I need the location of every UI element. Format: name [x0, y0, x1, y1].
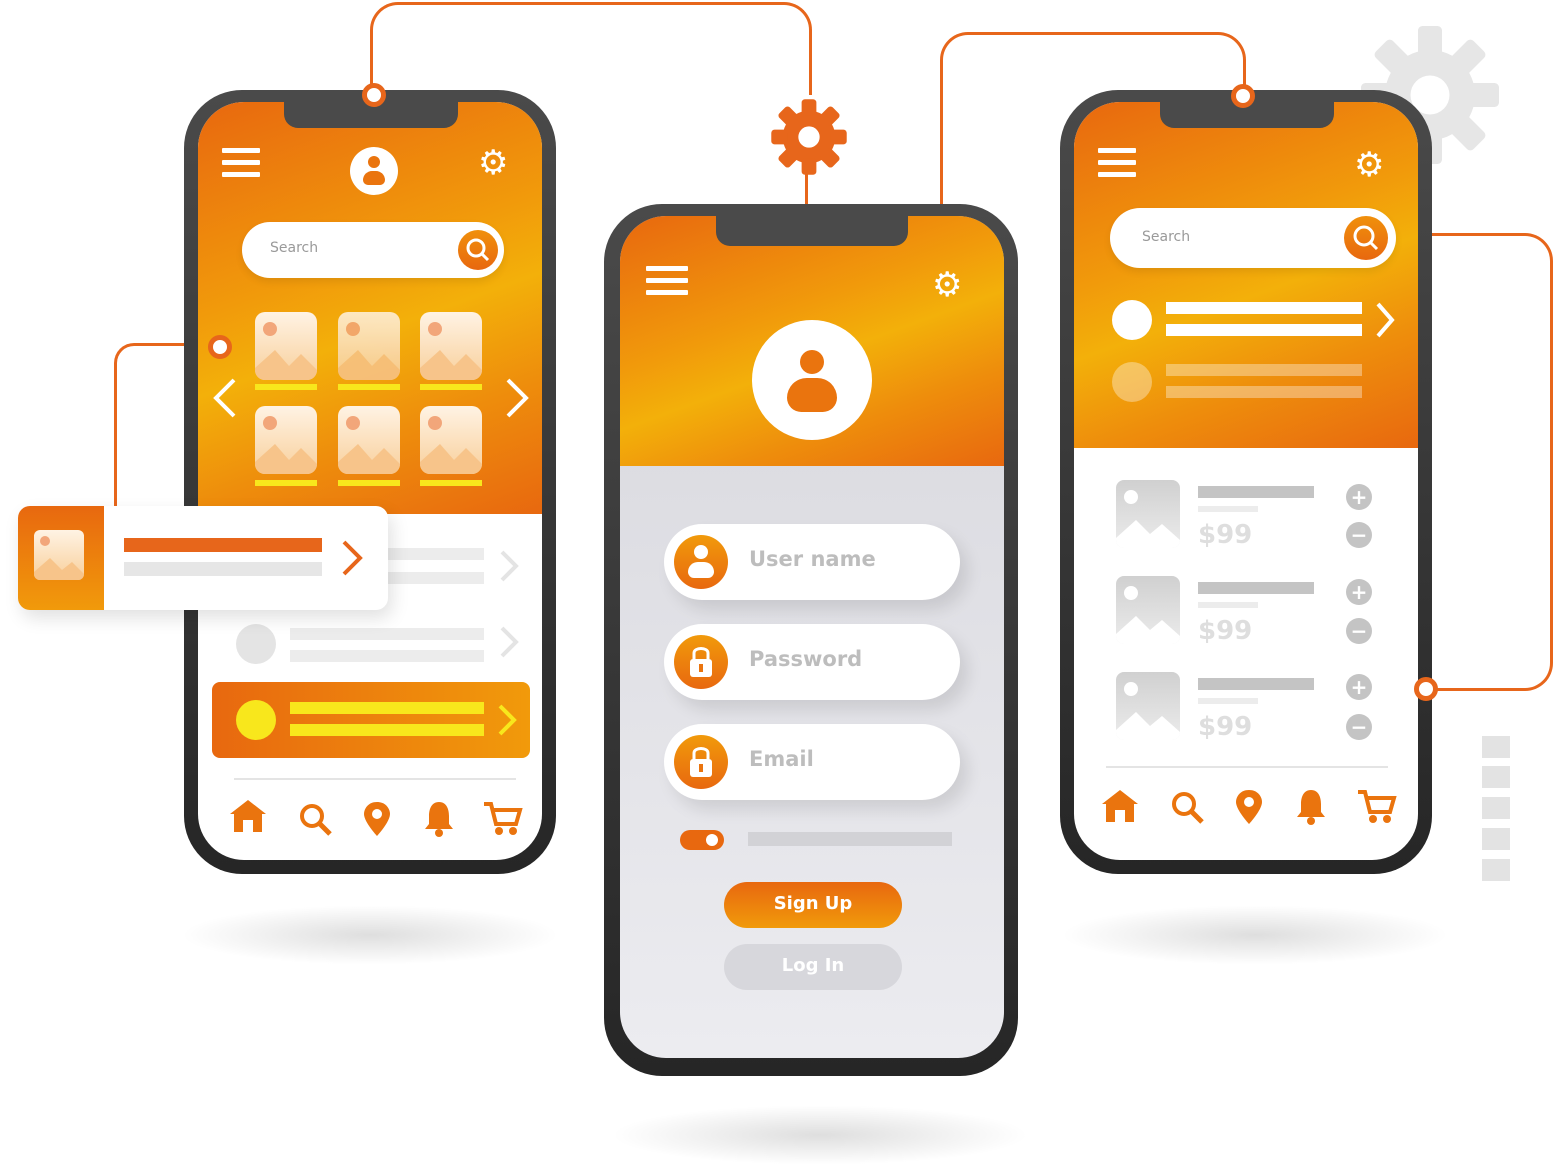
home-icon[interactable] — [228, 798, 268, 838]
lock-icon — [674, 635, 728, 689]
lock-icon — [674, 735, 728, 789]
username-label: User name — [749, 547, 876, 571]
email-label: Email — [749, 747, 814, 771]
image-thumb[interactable] — [338, 312, 400, 380]
signup-button[interactable]: Sign Up — [724, 882, 902, 928]
search-input[interactable]: Search — [1142, 229, 1190, 245]
floating-card[interactable] — [18, 506, 388, 610]
cart-icon[interactable] — [482, 800, 524, 842]
product-price: $99 — [1198, 712, 1253, 742]
center-screen: ⚙ User name Password Email Sign Up Log I… — [620, 216, 1004, 1058]
settings-icon[interactable]: ⚙ — [1354, 148, 1384, 182]
product-price: $99 — [1198, 520, 1253, 550]
search-bar[interactable]: Search — [1110, 208, 1396, 268]
search-button[interactable] — [1344, 216, 1388, 260]
plus-icon[interactable]: + — [1346, 484, 1372, 510]
bell-icon[interactable] — [1294, 786, 1328, 830]
menu-icon[interactable] — [1098, 148, 1136, 184]
avatar[interactable] — [350, 147, 398, 195]
plus-icon[interactable]: + — [1346, 674, 1372, 700]
search-bar[interactable]: Search — [242, 222, 504, 278]
password-label: Password — [749, 647, 863, 671]
image-thumb[interactable] — [255, 312, 317, 380]
image-thumb[interactable] — [420, 406, 482, 474]
product-image — [1116, 672, 1180, 740]
next-arrow-icon[interactable] — [504, 376, 530, 424]
list-item-highlighted[interactable] — [212, 682, 530, 758]
settings-icon[interactable]: ⚙ — [478, 146, 508, 180]
connector-dot — [1414, 677, 1438, 701]
menu-icon[interactable] — [646, 266, 688, 302]
search-icon[interactable] — [1170, 790, 1206, 830]
product-image — [1116, 480, 1180, 548]
minus-icon[interactable]: − — [1346, 714, 1372, 740]
connector-dot — [208, 335, 232, 359]
search-input[interactable]: Search — [270, 240, 318, 256]
minus-icon[interactable]: − — [1346, 522, 1372, 548]
search-button[interactable] — [458, 230, 498, 270]
remember-toggle[interactable] — [680, 830, 724, 850]
left-phone: ⚙ Search — [184, 90, 556, 874]
right-screen: ⚙ Search $99 + − $99 + − $99 + − — [1074, 102, 1418, 860]
image-thumb[interactable] — [338, 406, 400, 474]
password-field[interactable]: Password — [664, 624, 960, 700]
right-phone: ⚙ Search $99 + − $99 + − $99 + − — [1060, 90, 1432, 874]
menu-icon[interactable] — [222, 148, 260, 184]
plus-icon[interactable]: + — [1346, 579, 1372, 605]
cart-icon[interactable] — [1356, 788, 1398, 830]
image-thumb[interactable] — [255, 406, 317, 474]
search-icon[interactable] — [298, 802, 334, 842]
user-icon — [674, 535, 728, 589]
location-icon[interactable] — [1234, 788, 1264, 830]
connector-dot — [362, 83, 386, 107]
center-phone: ⚙ User name Password Email Sign Up Log I… — [604, 204, 1018, 1076]
login-button[interactable]: Log In — [724, 944, 902, 990]
email-field[interactable]: Email — [664, 724, 960, 800]
left-screen: ⚙ Search — [198, 102, 542, 860]
image-thumb — [18, 506, 104, 610]
location-icon[interactable] — [362, 800, 392, 842]
minus-icon[interactable]: − — [1346, 618, 1372, 644]
home-icon[interactable] — [1100, 788, 1140, 828]
settings-gear-icon — [768, 96, 850, 178]
connector-dot — [1231, 84, 1255, 108]
product-price: $99 — [1198, 616, 1253, 646]
settings-icon[interactable]: ⚙ — [932, 268, 962, 302]
username-field[interactable]: User name — [664, 524, 960, 600]
bell-icon[interactable] — [422, 798, 456, 842]
image-thumb[interactable] — [420, 312, 482, 380]
product-image — [1116, 576, 1180, 644]
profile-avatar[interactable] — [752, 320, 872, 440]
prev-arrow-icon[interactable] — [212, 376, 238, 424]
